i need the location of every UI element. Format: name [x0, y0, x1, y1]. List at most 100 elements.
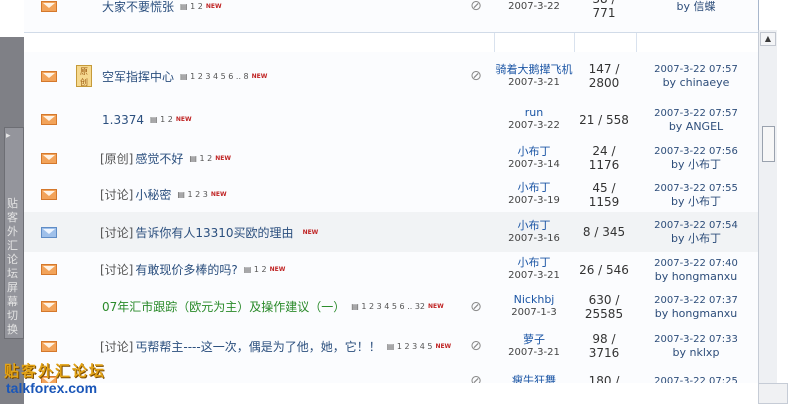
thread-title-link[interactable]: 1.3374	[100, 113, 144, 127]
author-link[interactable]: Nickhbj	[514, 294, 555, 306]
thread-title-link[interactable]: 大家不要慌张	[100, 0, 174, 15]
page-links[interactable]: ▤ 1 2 3 NEW	[177, 190, 226, 199]
thread-row[interactable]: 07年汇市跟踪（欧元为主）及操作建议（一） ▤ 1 2 3 4 5 6 .. 3…	[24, 287, 758, 327]
thread-row[interactable]: [讨论] 告诉你有人13310买欧的理由 NEW 小布丁 2007-3-16 8 …	[24, 212, 758, 253]
thread-row[interactable]: ⊘ 瘦牛狂舞 180 / 2007-3-22 07:25	[24, 366, 758, 383]
horizontal-scroll-area	[24, 383, 758, 404]
author-link[interactable]: 小布丁	[518, 219, 551, 232]
last-post-author[interactable]: by ANGEL	[669, 120, 723, 133]
thread-row[interactable]: [讨论] 有敢现价多棒的吗? ▤ 1 2 NEW 小布丁 2007-3-21 26 …	[24, 252, 758, 288]
thread-row[interactable]: 原创 空军指挥中心 ▤ 1 2 3 4 5 6 .. 8 NEW ⊘ 骑着大鹅撵飞…	[24, 52, 758, 101]
frame-switch-label: 贴客外汇论坛屏幕切换	[7, 197, 18, 336]
reply-view-count: 45 /	[592, 180, 616, 195]
thread-title-link[interactable]: 空军指挥中心	[100, 68, 174, 85]
stats-cell: 45 / 1159	[574, 177, 634, 212]
thread-title-link[interactable]: [讨论] 丐帮帮主----这一次，偶是为了他，她，它！！	[100, 338, 381, 355]
frame-toggle-strip[interactable]: ▸ 贴客外汇论坛屏幕切换	[0, 37, 24, 404]
last-post-author[interactable]: by hongmanxu	[655, 307, 738, 320]
envelope-orange-icon	[41, 189, 57, 200]
author-link[interactable]: 小布丁	[518, 145, 551, 158]
author-link[interactable]: 骑着大鹅撵飞机	[496, 63, 573, 76]
author-link[interactable]: 小布丁	[518, 257, 551, 269]
page-numbers[interactable]: 1 2	[254, 265, 267, 274]
page-links[interactable]: ▤ 1 2 NEW	[244, 265, 286, 274]
thread-status-cell	[36, 287, 62, 326]
last-post-author[interactable]: by hongmanxu	[655, 270, 738, 283]
page-links[interactable]: ▤ 1 2 3 4 5 6 .. 8 NEW	[180, 72, 267, 81]
last-post-author[interactable]: by 小布丁	[671, 232, 721, 245]
paperclip-icon: ⊘	[470, 373, 482, 383]
page-links[interactable]: NEW	[300, 228, 319, 237]
thread-list: 大家不要慌张 ▤ 1 2NEW ⊘ 2007-3-22 38 / 771 by …	[24, 0, 759, 383]
thread-status-cell	[36, 252, 62, 287]
last-post-author[interactable]: by nklxp	[673, 346, 720, 359]
site-watermark-en: talkforex.com	[6, 380, 98, 396]
stats-cell: 8 / 345	[574, 212, 634, 252]
author-link[interactable]: 瘦牛狂舞	[512, 375, 556, 384]
scroll-up-button[interactable]: ▲	[760, 32, 776, 46]
paperclip-icon: ⊘	[470, 298, 482, 315]
scroll-corner	[758, 383, 788, 404]
stats-cell: 38 / 771	[574, 0, 634, 32]
expand-arrow-icon[interactable]: ▸	[6, 131, 11, 141]
page-numbers[interactable]: 1 2	[200, 154, 213, 163]
thread-title-link[interactable]: 07年汇市跟踪（欧元为主）及操作建议（一）	[100, 298, 345, 315]
vertical-scrollbar[interactable]: ▲	[758, 30, 777, 390]
site-watermark-cn: 贴客外汇论坛	[4, 362, 107, 380]
thread-row[interactable]: [原创] 感觉不好 ▤ 1 2 NEW 小布丁 2007-3-14 24 / 117…	[24, 139, 758, 178]
last-post-time[interactable]: 2007-3-22 07:54	[654, 219, 738, 232]
thread-status-cell	[36, 212, 62, 252]
page-numbers[interactable]: 1 2 3	[188, 190, 208, 199]
page-numbers[interactable]: 1 2 3 4 5	[397, 342, 433, 351]
page-links[interactable]: ▤ 1 2 3 4 5 NEW	[387, 342, 451, 351]
envelope-orange-icon	[41, 264, 57, 275]
last-post-time[interactable]: 2007-3-22 07:37	[654, 294, 738, 307]
last-post-author[interactable]: by 小布丁	[671, 158, 721, 171]
last-post-author[interactable]: by 小布丁	[671, 195, 721, 208]
stats-cell: 630 / 25585	[574, 287, 634, 326]
thread-row[interactable]: [讨论] 丐帮帮主----这一次，偶是为了他，她，它！！ ▤ 1 2 3 4 5N…	[24, 326, 758, 367]
envelope-orange-icon	[41, 0, 57, 12]
thread-title-link[interactable]: [讨论] 告诉你有人13310买欧的理由	[100, 224, 294, 241]
page-numbers[interactable]: 1 2 3 4 5 6 .. 8	[190, 72, 249, 81]
post-date: 2007-3-22	[508, 120, 560, 131]
thread-title-link[interactable]: [讨论] 有敢现价多棒的吗?	[100, 261, 238, 278]
last-post-time[interactable]: 2007-3-22 07:57	[654, 63, 738, 76]
page-numbers[interactable]: 1 2	[160, 115, 173, 124]
scroll-thumb[interactable]	[762, 126, 775, 162]
last-post-time[interactable]: 2007-3-22 07:55	[654, 182, 738, 195]
author-cell: 2007-3-22	[494, 0, 574, 32]
thread-row[interactable]: 1.3374 ▤ 1 2 NEW run 2007-3-22 21 / 558 2…	[24, 100, 758, 140]
thread-row[interactable]: 大家不要慌张 ▤ 1 2NEW ⊘ 2007-3-22 38 / 771 by …	[24, 0, 758, 33]
thread-title-link[interactable]: [讨论] 小秘密	[100, 186, 171, 203]
last-post-author[interactable]: by 信蝶	[677, 0, 716, 13]
last-post-time[interactable]: 2007-3-22 07:25	[654, 375, 738, 384]
page-links[interactable]: ▤ 1 2 NEW	[189, 154, 231, 163]
author-link[interactable]: 小布丁	[518, 182, 551, 194]
thread-title-link[interactable]: [原创] 感觉不好	[100, 150, 183, 167]
last-post-time[interactable]: 2007-3-22 07:57	[654, 107, 738, 120]
author-cell: 小布丁 2007-3-16	[494, 212, 574, 252]
last-post-time[interactable]: 2007-3-22 07:33	[654, 333, 738, 346]
thread-row[interactable]: [讨论] 小秘密 ▤ 1 2 3 NEW 小布丁 2007-3-19 45 / 11…	[24, 177, 758, 213]
post-date: 2007-3-22	[508, 0, 560, 12]
thread-status-cell	[36, 0, 62, 32]
page-links[interactable]: ▤ 1 2 NEW	[150, 115, 192, 124]
author-link[interactable]: run	[525, 107, 543, 119]
last-post-cell: 2007-3-22 07:33 by nklxp	[636, 326, 756, 366]
author-link[interactable]: 萝子	[523, 333, 545, 346]
attachment-cell: ⊘	[464, 326, 488, 366]
last-post-time[interactable]: 2007-3-22 07:56	[654, 145, 738, 158]
page-numbers[interactable]: 1 2 3 4 5 6 .. 32	[361, 302, 425, 311]
thread-title: 感觉不好	[135, 151, 184, 166]
stats-cell: 98 / 3716	[574, 326, 634, 366]
stats-cell: 147 / 2800	[574, 52, 634, 100]
last-post-time[interactable]: 2007-3-22 07:40	[654, 257, 738, 270]
last-post-author[interactable]: by chinaeye	[663, 76, 730, 89]
page-numbers[interactable]: 1 2	[190, 2, 203, 11]
attachment-cell: ⊘	[464, 0, 488, 32]
page-links[interactable]: ▤ 1 2 NEW	[180, 2, 222, 11]
paperclip-icon: ⊘	[470, 0, 482, 14]
page-links[interactable]: ▤ 1 2 3 4 5 6 .. 32 NEW	[351, 302, 443, 311]
view-count: 3716	[588, 346, 620, 360]
